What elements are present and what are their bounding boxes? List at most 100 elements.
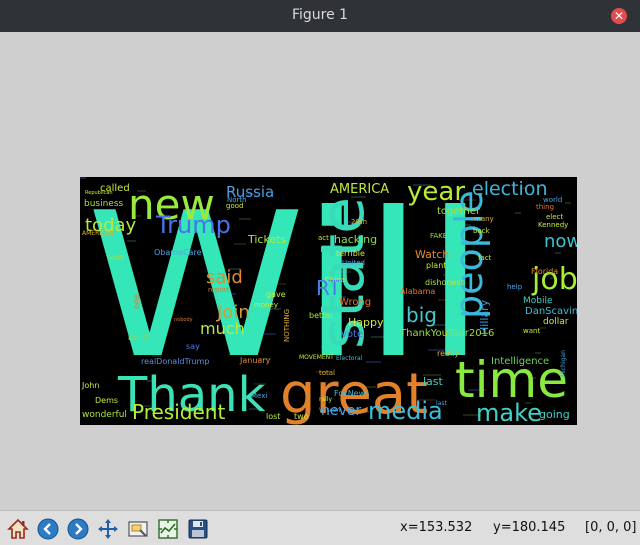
cloud-word: John: [81, 381, 99, 390]
cloud-word: FAKE: [430, 232, 447, 240]
arrow-left-icon: [37, 518, 58, 539]
cloud-word: plant: [426, 261, 446, 270]
cloud-filler-mark: [540, 327, 546, 329]
move-icon: [97, 518, 118, 539]
cloud-word: build: [128, 333, 148, 342]
cloud-word: said: [206, 267, 243, 288]
cloud-word: nobody: [174, 317, 193, 323]
cloud-word: much: [200, 319, 245, 338]
cloud-word: Mobile: [523, 296, 553, 306]
cloud-word: Trump: [155, 211, 231, 239]
floppy-disk-icon: [188, 519, 207, 538]
close-icon: ✕: [613, 9, 625, 23]
cloud-word: realDonaldTrump: [141, 357, 209, 366]
cloud-word: Alabama: [400, 287, 435, 296]
cloud-word: help: [507, 283, 523, 291]
cloud-word: Mexi: [251, 392, 267, 400]
home-icon: [6, 518, 29, 539]
cloud-word: year: [407, 177, 465, 207]
cloud-word: Watch: [415, 248, 449, 261]
cloud-word: now: [544, 231, 577, 252]
zoom-rect-icon: [127, 520, 148, 537]
figure-canvas[interactable]: Will great Thank time state new people job year e…: [0, 32, 640, 510]
cloud-word: FoxNews: [334, 389, 369, 398]
cloud-word: DanScavino: [525, 306, 577, 317]
cloud-word: media: [368, 397, 443, 425]
cloud-word: Michigan: [560, 350, 567, 377]
cloud-word: two: [294, 412, 309, 421]
cloud-word: business: [84, 199, 124, 209]
cloud-word: money: [254, 301, 278, 309]
cloud-word: lost: [266, 412, 280, 421]
subplots-icon: [157, 518, 178, 539]
cloud-word: dollar: [543, 317, 569, 327]
cloud-word: big: [406, 303, 437, 327]
cloud-word: rally: [319, 396, 332, 403]
cloud-word: Wiscon: [319, 407, 341, 414]
cloud-word: vote: [341, 329, 363, 340]
cloud-word: better: [309, 311, 334, 320]
cloud-word: back: [473, 227, 491, 235]
cloud-word: elect: [546, 213, 563, 221]
cloud-word: act: [318, 234, 329, 242]
cloud-word: Electoral: [336, 355, 363, 362]
cloud-word: ThankYouTour2016: [399, 328, 494, 339]
cloud-word: gave: [266, 290, 286, 299]
cloud-word: one: [132, 294, 141, 309]
forward-button[interactable]: [64, 515, 91, 542]
cloud-word: thing: [536, 203, 554, 211]
cloud-word: going: [539, 408, 570, 421]
save-button[interactable]: [184, 515, 211, 542]
cloud-word: United: [342, 259, 365, 267]
arrow-right-icon: [67, 518, 88, 539]
y-coordinate-readout: y=180.145: [493, 520, 566, 535]
cloud-filler-mark: [555, 252, 561, 254]
cloud-filler-mark: [515, 212, 521, 214]
cloud-word: Wrong: [339, 297, 371, 308]
cloud-word: dishonest: [425, 278, 464, 287]
cloud-word: say: [186, 342, 200, 351]
cloud-word: report: [208, 286, 230, 294]
cloud-word: Republican: [85, 190, 113, 196]
cloud-word: Tickets: [247, 233, 287, 246]
cloud-word: last: [423, 375, 444, 388]
cloud-word: MOVEMENT: [299, 354, 334, 361]
subplots-button[interactable]: [154, 515, 181, 542]
home-button[interactable]: [4, 515, 31, 542]
cloud-word: China: [325, 276, 345, 284]
close-button[interactable]: ✕: [611, 8, 627, 24]
title-bar: Figure 1 ✕: [0, 0, 640, 32]
cloud-word: Florida: [531, 267, 558, 276]
cloud-word: 20th: [351, 218, 367, 226]
pixel-value-readout: [0, 0, 0]: [585, 520, 637, 535]
cloud-word: last: [436, 400, 447, 407]
cloud-word: AMERICA: [330, 182, 389, 197]
cloud-word: make: [476, 399, 542, 425]
cloud-word: world: [543, 196, 562, 204]
wordcloud-image[interactable]: Will great Thank time state new people job year e…: [80, 177, 577, 425]
cloud-word: Kennedy: [538, 221, 568, 229]
cloud-word: really: [437, 349, 459, 358]
cloud-word: AMERICAN: [82, 230, 114, 237]
cloud-word: Dems: [95, 396, 118, 405]
cloud-word: fact: [478, 254, 492, 262]
cloud-word: NOTHING: [283, 309, 291, 342]
x-coordinate-readout: x=153.532: [400, 520, 473, 535]
pan-button[interactable]: [94, 515, 121, 542]
cloud-word: look: [108, 253, 125, 262]
cloud-word: ObamaCare: [154, 248, 202, 257]
cloud-word: January: [239, 356, 271, 365]
cloud-word: election: [472, 178, 548, 200]
cloud-word: hacking: [334, 233, 377, 246]
cloud-word: President: [132, 400, 225, 424]
back-button[interactable]: [34, 515, 61, 542]
zoom-button[interactable]: [124, 515, 151, 542]
cloud-word: wonderful: [82, 410, 127, 420]
cloud-word: Happy: [348, 316, 384, 329]
cloud-word: many: [474, 215, 494, 223]
wordcloud: WillgreatThank timestatenew people jobyear e…: [80, 177, 577, 425]
cloud-word: Intelligence: [491, 356, 549, 367]
navigation-toolbar: x=153.532 y=180.145 [0, 0, 0]: [0, 510, 640, 545]
cloud-filler-mark: [565, 202, 571, 204]
cloud-word: North: [227, 196, 247, 204]
